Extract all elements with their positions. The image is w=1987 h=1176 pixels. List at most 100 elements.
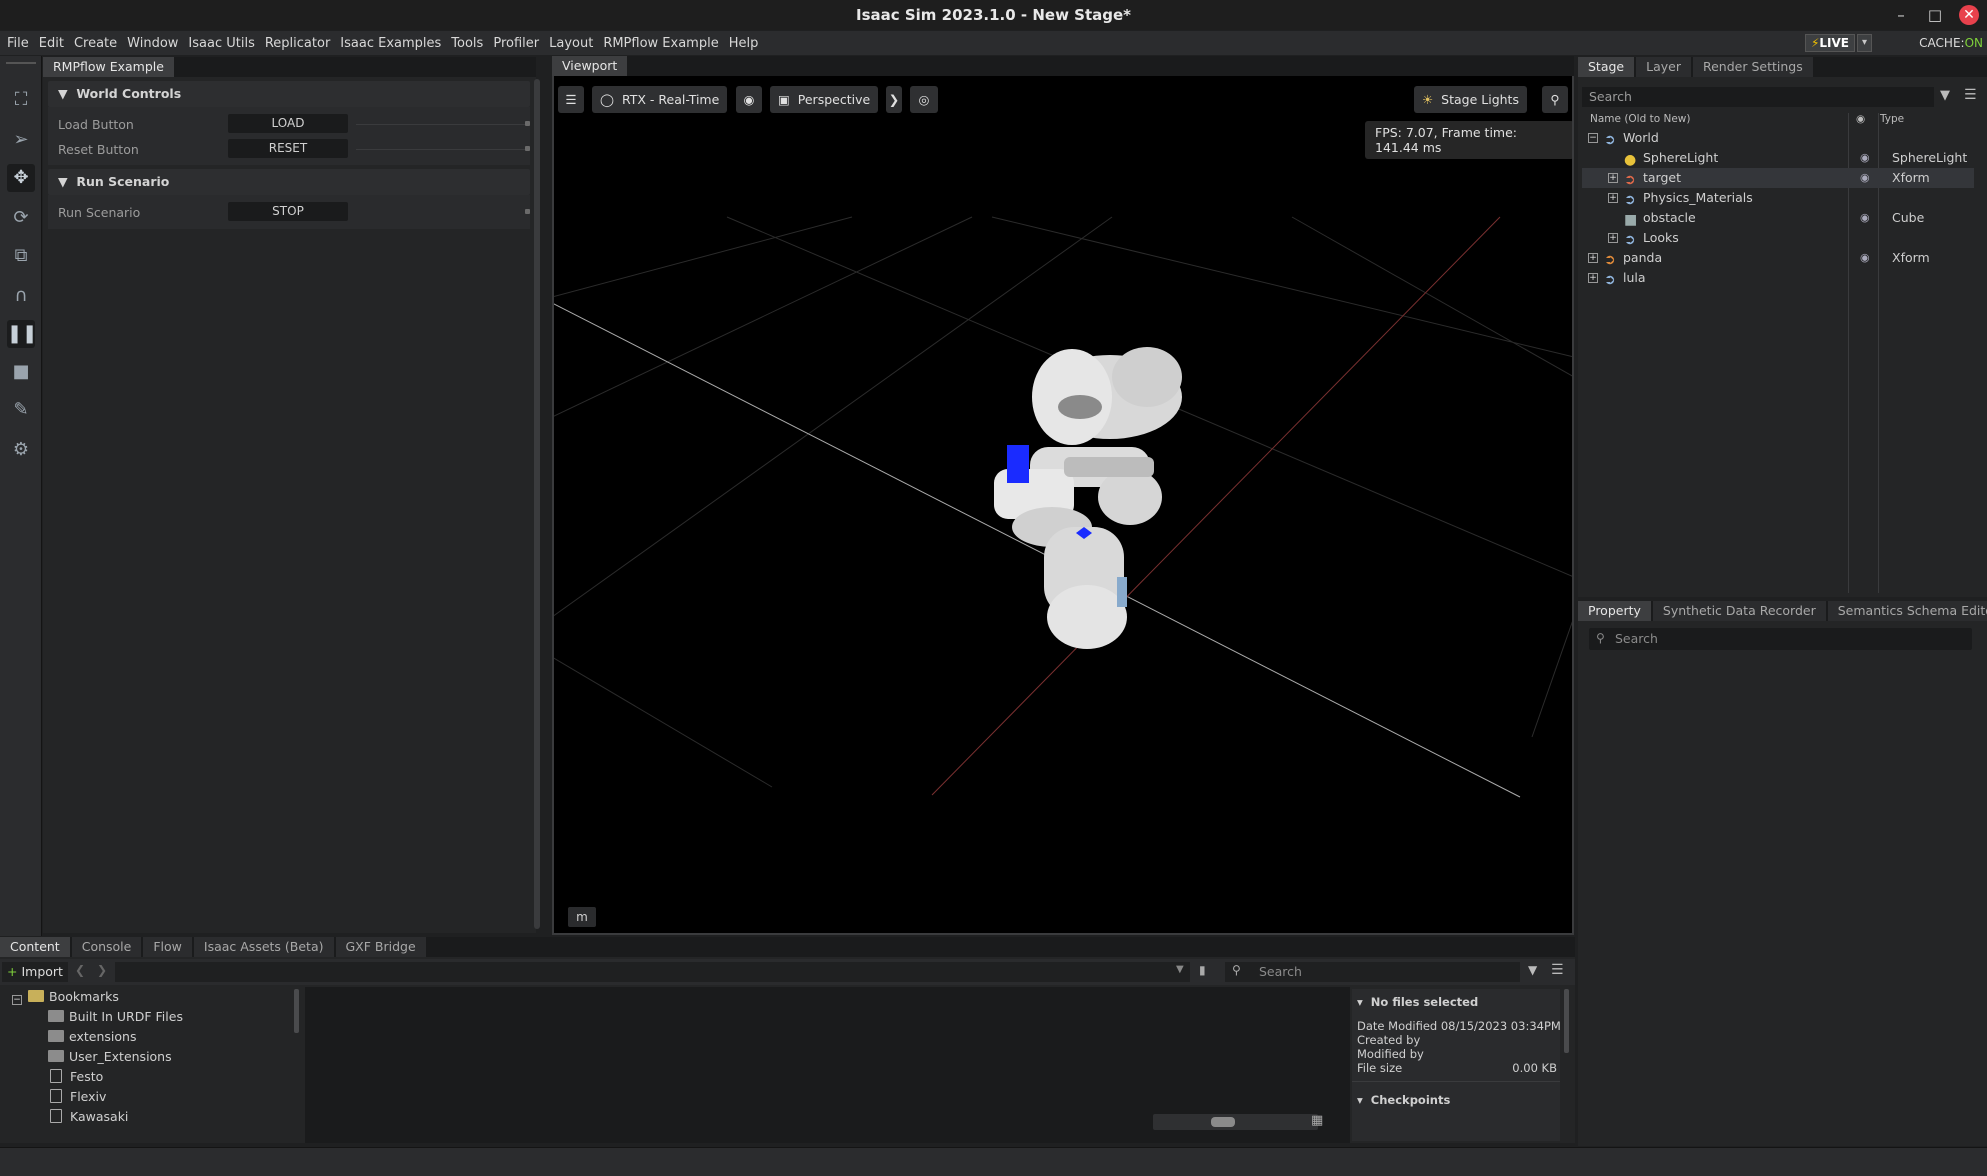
tree-item-target[interactable]: + ➲ target ◉ Xform	[1582, 168, 1974, 188]
collapse-icon[interactable]: −	[1588, 133, 1598, 143]
collapse-icon[interactable]: −	[12, 995, 22, 1005]
stop-icon[interactable]: ■	[7, 358, 35, 386]
menu-replicator[interactable]: Replicator	[265, 36, 330, 51]
robot-arm-icon[interactable]: ⚙	[7, 436, 35, 464]
import-button[interactable]: + Import	[2, 962, 68, 982]
live-button[interactable]: ⚡LIVE	[1804, 33, 1855, 52]
path-input[interactable]	[115, 962, 1190, 982]
path-dropdown-icon[interactable]: ▼	[1176, 964, 1184, 975]
folder-extensions[interactable]: extensions	[48, 1027, 136, 1046]
select-arrow-icon[interactable]: ➢	[7, 126, 35, 154]
tree-item-world[interactable]: − ➲ World	[1582, 128, 1974, 148]
folder-user-extensions[interactable]: User_Extensions	[48, 1047, 172, 1066]
menu-file[interactable]: File	[7, 36, 29, 51]
renderer-dropdown[interactable]: ◯ RTX - Real-Time	[592, 86, 728, 113]
run-scenario-header[interactable]: ▼ Run Scenario	[48, 169, 530, 195]
tree-item-spherelight[interactable]: ● SphereLight ◉ SphereLight	[1582, 148, 1974, 168]
pause-icon[interactable]: ❚❚	[7, 320, 37, 348]
info-scrollbar[interactable]	[1564, 989, 1569, 1053]
move-tool-icon[interactable]: ✥	[7, 164, 35, 192]
live-dropdown-icon[interactable]: ▾	[1857, 33, 1872, 52]
viewport[interactable]: ☰ ◯ RTX - Real-Time ◉ ▣ Perspective ❯ ◎ …	[552, 57, 1574, 935]
camera-dropdown[interactable]: ▣ Perspective	[770, 86, 879, 113]
menu-window[interactable]: Window	[127, 36, 178, 51]
menu-profiler[interactable]: Profiler	[493, 36, 539, 51]
chevron-right-icon[interactable]: ❯	[886, 86, 902, 113]
folder-flexiv[interactable]: Flexiv	[50, 1087, 106, 1106]
paint-brush-icon[interactable]: ✎	[7, 396, 35, 424]
tab-rmpflow-example[interactable]: RMPflow Example	[43, 57, 174, 77]
checkpoints-row[interactable]: ▾ Checkpoints	[1357, 1093, 1557, 1107]
tab-property[interactable]: Property	[1578, 601, 1651, 621]
menu-help[interactable]: Help	[729, 36, 759, 51]
rmpflow-scrollbar[interactable]	[534, 79, 540, 929]
folder-festo[interactable]: Festo	[50, 1067, 103, 1086]
menu-rmpflow-example[interactable]: RMPflow Example	[603, 36, 718, 51]
menu-isaac-utils[interactable]: Isaac Utils	[188, 36, 254, 51]
expand-icon[interactable]: +	[1608, 193, 1618, 203]
grid-view-icon[interactable]: ▦	[1311, 1113, 1323, 1128]
tree-item-looks[interactable]: + ➲ Looks	[1582, 228, 1974, 248]
expand-icon[interactable]: +	[1588, 273, 1598, 283]
tab-stage[interactable]: Stage	[1578, 57, 1635, 77]
viewport-settings-icon[interactable]: ☰	[558, 86, 584, 113]
tab-flow[interactable]: Flow	[143, 937, 192, 957]
filter-icon[interactable]: ▼	[1940, 88, 1950, 103]
bookmark-icon[interactable]: ▮	[1199, 963, 1206, 977]
filter-icon[interactable]: ▼	[1528, 963, 1537, 977]
tab-content[interactable]: Content	[0, 937, 70, 957]
visibility-eye-icon[interactable]: ◉	[1860, 148, 1870, 168]
tab-layer[interactable]: Layer	[1636, 57, 1691, 77]
tab-viewport[interactable]: Viewport	[552, 56, 628, 76]
expand-icon[interactable]: +	[1608, 233, 1618, 243]
tree-item-physics-materials[interactable]: + ➲ Physics_Materials	[1582, 188, 1974, 208]
folder-kawasaki[interactable]: Kawasaki	[50, 1107, 128, 1126]
scale-tool-icon[interactable]: ⧉	[7, 242, 35, 270]
column-type-header[interactable]: Type	[1880, 113, 1904, 129]
load-button[interactable]: LOAD	[228, 114, 348, 133]
expand-icon[interactable]: +	[1608, 173, 1618, 183]
zoom-slider[interactable]	[1153, 1114, 1318, 1130]
location-pin-icon[interactable]: ⚲	[1542, 86, 1568, 113]
menu-edit[interactable]: Edit	[39, 36, 64, 51]
menu-layout[interactable]: Layout	[549, 36, 593, 51]
menu-tools[interactable]: Tools	[451, 36, 483, 51]
stop-button[interactable]: STOP	[228, 202, 348, 221]
visibility-eye-icon[interactable]: ◉	[1860, 208, 1870, 228]
menu-icon[interactable]: ☰	[1551, 962, 1564, 978]
folder-bookmarks[interactable]: − Bookmarks	[12, 987, 119, 1006]
close-icon[interactable]: ✕	[1959, 5, 1979, 25]
column-name-header[interactable]: Name (Old to New)	[1590, 113, 1690, 129]
reset-button[interactable]: RESET	[228, 139, 348, 158]
expand-icon[interactable]: +	[1588, 253, 1598, 263]
folder-built-in-urdf[interactable]: Built In URDF Files	[48, 1007, 183, 1026]
tab-gxf-bridge[interactable]: GXF Bridge	[335, 937, 426, 957]
menu-isaac-examples[interactable]: Isaac Examples	[340, 36, 441, 51]
frame-select-icon[interactable]: ⛶	[7, 86, 35, 114]
zoom-slider-handle[interactable]	[1211, 1117, 1235, 1127]
back-arrow-icon[interactable]: ❮	[75, 963, 85, 977]
units-button[interactable]: m	[568, 907, 596, 927]
menu-icon[interactable]: ☰	[1964, 87, 1977, 103]
minimize-icon[interactable]: –	[1889, 3, 1913, 27]
tree-item-panda[interactable]: + ➲ panda ◉ Xform	[1582, 248, 1974, 268]
property-search-input[interactable]: Search	[1589, 628, 1972, 650]
tree-item-lula[interactable]: + ➲ lula	[1582, 268, 1974, 288]
content-search-input[interactable]: Search	[1225, 962, 1520, 982]
tab-console[interactable]: Console	[71, 937, 142, 957]
tab-synthetic-data-recorder[interactable]: Synthetic Data Recorder	[1652, 601, 1826, 621]
audio-icon[interactable]: ◎	[910, 86, 938, 113]
tree-item-obstacle[interactable]: ■ obstacle ◉ Cube	[1582, 208, 1974, 228]
forward-arrow-icon[interactable]: ❯	[97, 963, 107, 977]
visibility-eye-icon[interactable]: ◉	[1860, 248, 1870, 268]
stage-search-input[interactable]: Search	[1582, 87, 1934, 107]
tab-semantics-schema-editor[interactable]: Semantics Schema Editor	[1827, 601, 1987, 621]
file-browser-area[interactable]: ▦	[305, 987, 1350, 1143]
tab-isaac-assets[interactable]: Isaac Assets (Beta)	[193, 937, 334, 957]
menu-create[interactable]: Create	[74, 36, 117, 51]
world-controls-header[interactable]: ▼ World Controls	[48, 81, 530, 107]
tab-render-settings[interactable]: Render Settings	[1692, 57, 1813, 77]
eye-icon[interactable]: ◉	[736, 86, 762, 113]
lights-dropdown[interactable]: ☀ Stage Lights	[1414, 86, 1527, 113]
no-files-row[interactable]: ▾ No files selected	[1357, 995, 1557, 1009]
